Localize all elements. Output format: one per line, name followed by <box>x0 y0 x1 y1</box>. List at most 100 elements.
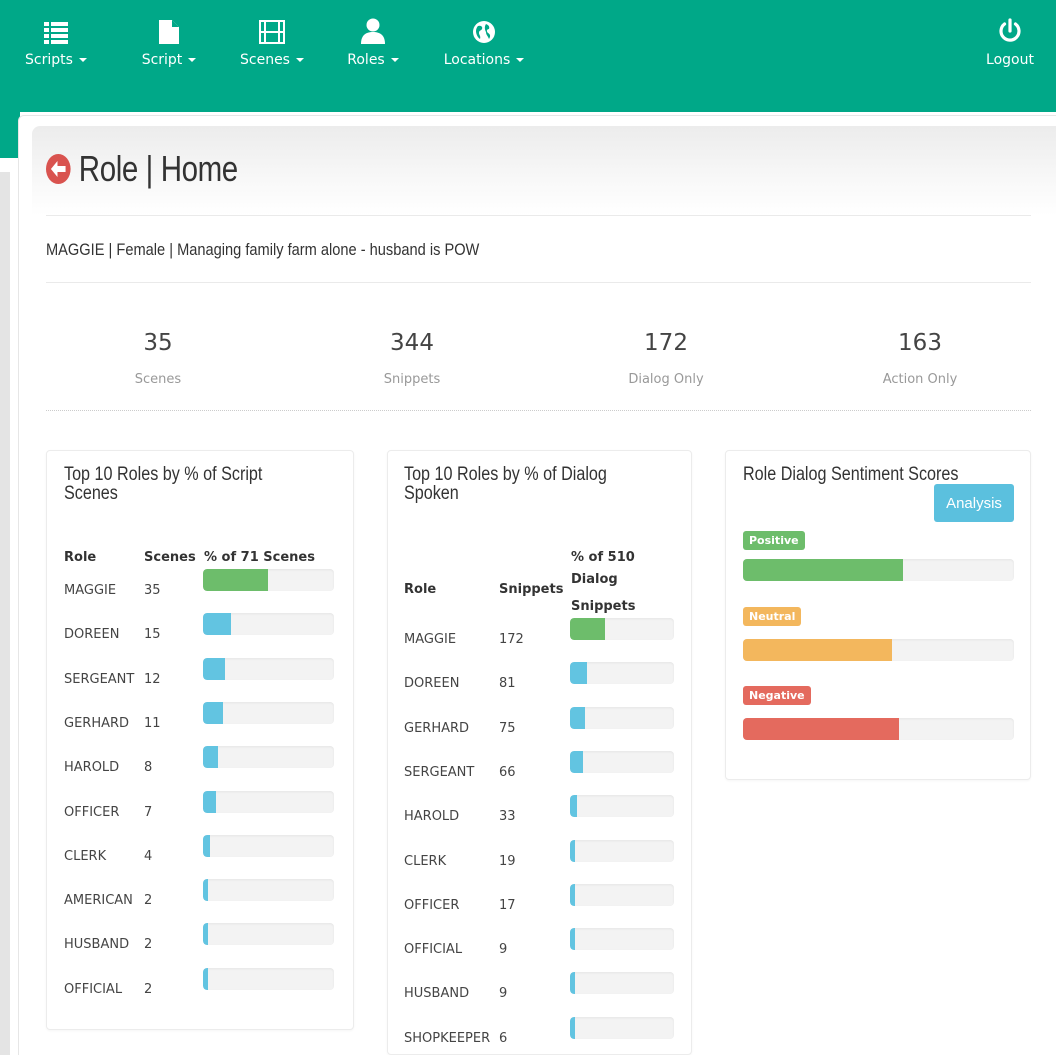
dialog-card-title-line1: Top 10 Roles by % of Dialog <box>404 464 607 485</box>
scenes_card-bar-fill <box>203 746 218 769</box>
scenes_card-bar-fill <box>203 967 208 990</box>
scenes_card-count: 12 <box>144 671 161 687</box>
scenes_card-bar-track <box>203 879 334 902</box>
scenes_card-count: 2 <box>144 893 153 909</box>
list-icon <box>6 8 106 44</box>
stat-label: Action Only <box>882 372 958 387</box>
dialog_card-bar-fill <box>570 618 605 640</box>
stat-value: 344 <box>390 330 434 356</box>
sentiment-label-neutral: Neutral <box>743 607 802 626</box>
analysis-button[interactable]: Analysis <box>934 484 1014 522</box>
page-title-text: Role | Home <box>78 148 238 189</box>
dialog_card-bar-track <box>570 618 674 640</box>
dialog_card-bar-fill <box>570 972 575 995</box>
sentiment-bar-track <box>743 559 1014 581</box>
dialog_card-bar-fill <box>570 928 575 951</box>
scenes_card-bar-fill <box>203 613 231 636</box>
film-icon <box>228 8 316 44</box>
scenes_card-count: 8 <box>144 760 153 776</box>
dialog_card-role: GERHARD <box>404 720 470 736</box>
dialog_card-count: 6 <box>499 1030 508 1046</box>
dialog_card-bar-track <box>570 706 674 729</box>
col-header-role: Role <box>64 550 97 565</box>
dialog_card-count: 9 <box>499 986 508 1002</box>
sentiment-card-title: Role Dialog Sentiment Scores <box>743 464 959 485</box>
scenes_card-count: 35 <box>144 583 161 598</box>
scenes_card-bar-track <box>203 834 334 857</box>
stat-value: 172 <box>644 330 688 356</box>
stat-label: Dialog Only <box>628 372 704 387</box>
dialog_card-bar-fill <box>570 750 583 773</box>
nav-roles-label: Roles <box>347 52 385 68</box>
dialog_card-bar-track <box>570 972 674 995</box>
dialog_card-count: 75 <box>499 720 516 736</box>
scenes_card-role: AMERICAN <box>64 893 133 909</box>
col-header-snippets: Snippets <box>499 582 564 597</box>
dialog_card-count: 9 <box>499 942 508 958</box>
scenes_card-bar-fill <box>203 790 216 813</box>
scenes_card-bar-fill <box>203 879 208 902</box>
scenes_card-bar-track <box>203 701 334 724</box>
sentiment-bar-fill <box>743 718 899 740</box>
scenes_card-bar-track <box>203 569 334 591</box>
dialog_card-count: 81 <box>499 676 516 692</box>
scenes_card-bar-track <box>203 613 334 636</box>
page-title: Role | Home <box>46 148 238 190</box>
dialog_card-bar-track <box>570 795 674 818</box>
dialog_card-count: 19 <box>499 853 516 869</box>
nav-script[interactable]: Script <box>126 8 212 68</box>
scenes_card-count: 11 <box>144 715 161 731</box>
sentiment-bar-track <box>743 639 1014 661</box>
user-icon <box>332 8 414 44</box>
dialog_card-count: 66 <box>499 764 516 780</box>
dialog-card-title-line2: Spoken <box>404 483 459 504</box>
divider <box>46 215 1031 216</box>
nav-roles[interactable]: Roles <box>332 8 414 68</box>
dialog_card-bar-fill <box>570 795 577 818</box>
dialog_card-role: HAROLD <box>404 809 460 825</box>
scenes_card-role: OFFICIAL <box>64 981 123 997</box>
scenes_card-bar-track <box>203 923 334 946</box>
nav-locations[interactable]: Locations <box>430 8 538 68</box>
dialog_card-role: CLERK <box>404 853 447 869</box>
navbar-tail <box>0 112 20 158</box>
stat-value: 35 <box>143 330 173 356</box>
sentiment-label-positive: Positive <box>743 531 805 550</box>
col-header-role: Role <box>404 582 437 597</box>
nav-locations-label: Locations <box>443 52 511 68</box>
dialog_card-role: OFFICIAL <box>404 942 463 958</box>
scenes_card-role: OFFICER <box>64 804 120 820</box>
scenes-card-title: Top 10 Roles by % of Script Scenes <box>64 465 262 503</box>
sentiment-bar-track <box>743 718 1014 740</box>
nav-scenes[interactable]: Scenes <box>228 8 316 68</box>
scenes_card-role: SERGEANT <box>64 671 135 687</box>
dialog_card-bar-track <box>570 1016 674 1039</box>
dialog_card-bar-track <box>570 928 674 951</box>
dialog_card-role: SERGEANT <box>404 764 475 780</box>
left-sidebar-strip <box>0 172 10 1055</box>
stat-label: Scenes <box>134 372 182 387</box>
nav-logout[interactable]: Logout <box>972 8 1048 68</box>
col-header-pct-line2: Dialog <box>571 572 618 587</box>
stat-scenes: 35 Scenes <box>48 330 268 387</box>
scenes_card-bar-track <box>203 657 334 680</box>
file-icon <box>126 8 212 44</box>
dialog_card-role: MAGGIE <box>404 632 457 647</box>
scenes_card-bar-track <box>203 746 334 769</box>
dialog_card-count: 33 <box>499 809 516 825</box>
scenes_card-role: HUSBAND <box>64 937 130 953</box>
dialog_card-count: 17 <box>499 897 516 913</box>
col-header-pct: % of 71 Scenes <box>204 550 315 565</box>
nav-scripts[interactable]: Scripts <box>6 8 106 68</box>
nav-script-label: Script <box>141 52 183 68</box>
globe-icon <box>430 8 538 44</box>
back-arrow-icon[interactable] <box>46 154 71 184</box>
scenes_card-role: MAGGIE <box>64 583 117 598</box>
divider <box>46 282 1031 283</box>
scenes_card-bar-fill <box>203 834 210 857</box>
dialog_card-role: OFFICER <box>404 897 460 913</box>
scenes_card-bar-fill <box>203 569 268 591</box>
role-summary: MAGGIE | Female | Managing family farm a… <box>46 240 480 259</box>
col-header-pct-line1: % of 510 <box>571 550 635 565</box>
scenes-card-title-line1: Top 10 Roles by % of Script <box>64 464 263 485</box>
